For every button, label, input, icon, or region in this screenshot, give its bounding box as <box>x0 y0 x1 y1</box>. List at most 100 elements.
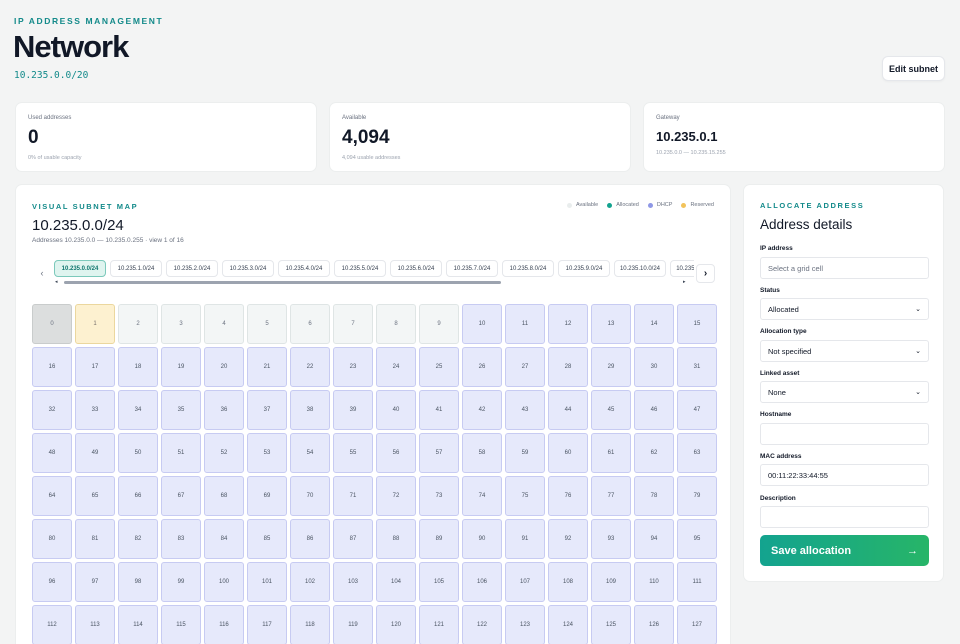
address-cell[interactable]: 37 <box>247 390 287 430</box>
address-cell[interactable]: 4 <box>204 304 244 344</box>
address-cell[interactable]: 68 <box>204 476 244 516</box>
subnet-tab[interactable]: 10.235.9.0/24 <box>558 260 610 277</box>
address-cell[interactable]: 117 <box>247 605 287 644</box>
address-cell[interactable]: 82 <box>118 519 158 559</box>
address-cell[interactable]: 115 <box>161 605 201 644</box>
address-cell[interactable]: 14 <box>634 304 674 344</box>
address-cell[interactable]: 15 <box>677 304 717 344</box>
address-cell[interactable]: 19 <box>161 347 201 387</box>
address-cell[interactable]: 27 <box>505 347 545 387</box>
subnet-tab[interactable]: 10.235.10.0/24 <box>614 260 666 277</box>
address-cell[interactable]: 29 <box>591 347 631 387</box>
address-cell[interactable]: 31 <box>677 347 717 387</box>
address-cell[interactable]: 109 <box>591 562 631 602</box>
address-cell[interactable]: 108 <box>548 562 588 602</box>
address-cell[interactable]: 80 <box>32 519 72 559</box>
address-cell[interactable]: 69 <box>247 476 287 516</box>
address-cell[interactable]: 104 <box>376 562 416 602</box>
address-cell[interactable]: 122 <box>462 605 502 644</box>
address-cell[interactable]: 23 <box>333 347 373 387</box>
description-input[interactable] <box>760 506 929 528</box>
subnet-tab[interactable]: 10.235.4.0/24 <box>278 260 330 277</box>
address-cell[interactable]: 61 <box>591 433 631 473</box>
scroll-right-arrow[interactable]: ▸ <box>683 279 686 285</box>
address-cell[interactable]: 84 <box>204 519 244 559</box>
address-cell[interactable]: 6 <box>290 304 330 344</box>
subnet-tab[interactable]: 10.235.0.0/24 <box>54 260 106 277</box>
address-cell[interactable]: 1 <box>75 304 115 344</box>
address-cell[interactable]: 50 <box>118 433 158 473</box>
address-cell[interactable]: 103 <box>333 562 373 602</box>
save-allocation-button[interactable]: Save allocation → <box>760 535 929 566</box>
address-cell[interactable]: 0 <box>32 304 72 344</box>
address-cell[interactable]: 89 <box>419 519 459 559</box>
subnet-tab[interactable]: 10.235.2.0/24 <box>166 260 218 277</box>
address-cell[interactable]: 72 <box>376 476 416 516</box>
address-cell[interactable]: 36 <box>204 390 244 430</box>
address-cell[interactable]: 81 <box>75 519 115 559</box>
subnet-tab[interactable]: 10.235.7.0/24 <box>446 260 498 277</box>
address-cell[interactable]: 92 <box>548 519 588 559</box>
mac-address-input[interactable]: 00:11:22:33:44:55 <box>760 464 929 486</box>
address-cell[interactable]: 28 <box>548 347 588 387</box>
address-cell[interactable]: 46 <box>634 390 674 430</box>
address-cell[interactable]: 53 <box>247 433 287 473</box>
address-cell[interactable]: 118 <box>290 605 330 644</box>
address-cell[interactable]: 75 <box>505 476 545 516</box>
address-cell[interactable]: 13 <box>591 304 631 344</box>
tabs-next-button[interactable]: › <box>696 264 715 283</box>
address-cell[interactable]: 56 <box>376 433 416 473</box>
address-cell[interactable]: 26 <box>462 347 502 387</box>
address-cell[interactable]: 12 <box>548 304 588 344</box>
address-cell[interactable]: 83 <box>161 519 201 559</box>
linked-asset-select[interactable]: None ⌄ <box>760 381 929 403</box>
address-cell[interactable]: 119 <box>333 605 373 644</box>
address-cell[interactable]: 43 <box>505 390 545 430</box>
address-cell[interactable]: 7 <box>333 304 373 344</box>
address-cell[interactable]: 21 <box>247 347 287 387</box>
address-cell[interactable]: 99 <box>161 562 201 602</box>
tabs-scrollbar[interactable] <box>64 281 501 284</box>
address-cell[interactable]: 106 <box>462 562 502 602</box>
address-cell[interactable]: 16 <box>32 347 72 387</box>
address-cell[interactable]: 11 <box>505 304 545 344</box>
address-cell[interactable]: 51 <box>161 433 201 473</box>
address-cell[interactable]: 79 <box>677 476 717 516</box>
address-cell[interactable]: 34 <box>118 390 158 430</box>
edit-subnet-button[interactable]: Edit subnet <box>882 56 945 81</box>
address-cell[interactable]: 30 <box>634 347 674 387</box>
address-cell[interactable]: 93 <box>591 519 631 559</box>
address-cell[interactable]: 114 <box>118 605 158 644</box>
subnet-tab[interactable]: 10.235.6.0/24 <box>390 260 442 277</box>
address-cell[interactable]: 77 <box>591 476 631 516</box>
address-cell[interactable]: 22 <box>290 347 330 387</box>
address-cell[interactable]: 25 <box>419 347 459 387</box>
address-cell[interactable]: 87 <box>333 519 373 559</box>
address-cell[interactable]: 67 <box>161 476 201 516</box>
address-cell[interactable]: 110 <box>634 562 674 602</box>
address-cell[interactable]: 2 <box>118 304 158 344</box>
subnet-tab[interactable]: 10.235.3.0/24 <box>222 260 274 277</box>
address-cell[interactable]: 76 <box>548 476 588 516</box>
address-cell[interactable]: 127 <box>677 605 717 644</box>
address-cell[interactable]: 24 <box>376 347 416 387</box>
address-cell[interactable]: 112 <box>32 605 72 644</box>
address-cell[interactable]: 123 <box>505 605 545 644</box>
address-cell[interactable]: 120 <box>376 605 416 644</box>
address-cell[interactable]: 10 <box>462 304 502 344</box>
address-cell[interactable]: 20 <box>204 347 244 387</box>
address-cell[interactable]: 100 <box>204 562 244 602</box>
address-cell[interactable]: 70 <box>290 476 330 516</box>
address-cell[interactable]: 71 <box>333 476 373 516</box>
address-cell[interactable]: 73 <box>419 476 459 516</box>
subnet-tab[interactable]: 10.235.1.0/24 <box>110 260 162 277</box>
hostname-input[interactable] <box>760 423 929 445</box>
address-cell[interactable]: 125 <box>591 605 631 644</box>
address-cell[interactable]: 97 <box>75 562 115 602</box>
address-cell[interactable]: 57 <box>419 433 459 473</box>
address-cell[interactable]: 41 <box>419 390 459 430</box>
address-cell[interactable]: 64 <box>32 476 72 516</box>
address-cell[interactable]: 3 <box>161 304 201 344</box>
address-cell[interactable]: 40 <box>376 390 416 430</box>
address-cell[interactable]: 58 <box>462 433 502 473</box>
